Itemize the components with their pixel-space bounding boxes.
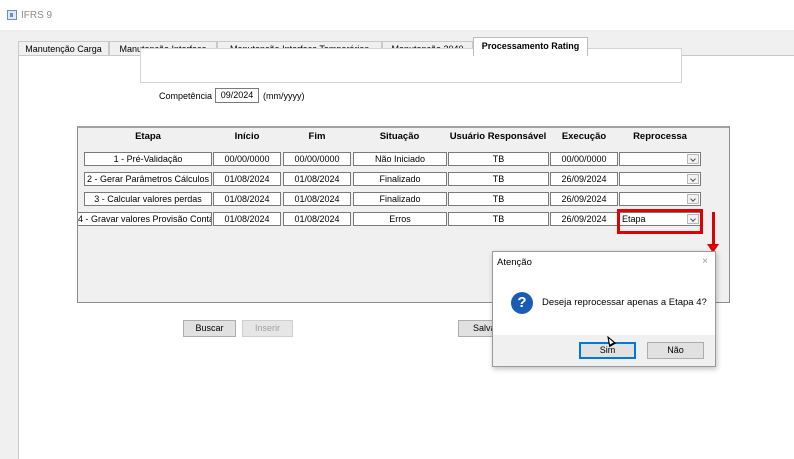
row3-inicio[interactable]: 01/08/2024 bbox=[213, 192, 281, 206]
window-title: IFRS 9 bbox=[21, 10, 53, 21]
row2-usuario[interactable]: TB bbox=[448, 172, 549, 186]
row4-usuario[interactable]: TB bbox=[448, 212, 549, 226]
row1-situacao[interactable]: Não Iniciado bbox=[353, 152, 447, 166]
row3-reprocessa-select[interactable] bbox=[619, 192, 701, 206]
row4-fim[interactable]: 01/08/2024 bbox=[283, 212, 351, 226]
buscar-button[interactable]: Buscar bbox=[183, 320, 236, 337]
tab-manutencao-carga[interactable]: Manutenção Carga bbox=[18, 41, 109, 55]
question-icon: ? bbox=[511, 292, 533, 314]
header-situacao: Situação bbox=[379, 131, 420, 142]
header-inicio: Início bbox=[234, 131, 260, 142]
tab-processamento-rating[interactable]: Processamento Rating bbox=[473, 37, 588, 56]
row2-reprocessa-select[interactable] bbox=[619, 172, 701, 186]
competencia-panel bbox=[140, 48, 682, 83]
competencia-input[interactable]: 09/2024 bbox=[215, 88, 259, 103]
row1-fim[interactable]: 00/00/0000 bbox=[283, 152, 351, 166]
row4-inicio[interactable]: 01/08/2024 bbox=[213, 212, 281, 226]
row2-etapa[interactable]: 2 - Gerar Parâmetros Cálculos bbox=[84, 172, 212, 186]
row3-fim[interactable]: 01/08/2024 bbox=[283, 192, 351, 206]
row3-situacao[interactable]: Finalizado bbox=[353, 192, 447, 206]
row2-fim[interactable]: 01/08/2024 bbox=[283, 172, 351, 186]
row4-situacao[interactable]: Erros bbox=[353, 212, 447, 226]
header-execucao: Execução bbox=[561, 131, 607, 142]
inserir-button[interactable]: Inserir bbox=[242, 320, 293, 337]
row4-execucao[interactable]: 26/09/2024 bbox=[550, 212, 618, 226]
close-icon[interactable]: × bbox=[702, 256, 708, 267]
dialog-message: Deseja reprocessar apenas a Etapa 4? bbox=[542, 297, 707, 308]
row1-etapa[interactable]: 1 - Pré-Validação bbox=[84, 152, 212, 166]
title-bar: IFRS 9 bbox=[0, 0, 794, 30]
row2-inicio[interactable]: 01/08/2024 bbox=[213, 172, 281, 186]
dialog-title: Atenção bbox=[497, 257, 532, 268]
header-etapa: Etapa bbox=[135, 131, 161, 142]
app-icon bbox=[7, 10, 17, 20]
competencia-format-hint: (mm/yyyy) bbox=[263, 91, 305, 101]
dropdown-arrow-icon[interactable] bbox=[687, 174, 699, 184]
competencia-label: Competência bbox=[159, 91, 213, 101]
header-reprocessa: Reprocessa bbox=[633, 131, 687, 142]
confirm-dialog: Atenção × ? Deseja reprocessar apenas a … bbox=[492, 251, 716, 367]
annotation-arrow-shaft bbox=[712, 212, 715, 246]
row3-etapa[interactable]: 3 - Calcular valores perdas bbox=[84, 192, 212, 206]
dropdown-arrow-icon[interactable] bbox=[687, 194, 699, 204]
header-fim: Fim bbox=[308, 131, 326, 142]
row1-reprocessa-select[interactable] bbox=[619, 152, 701, 166]
row1-inicio[interactable]: 00/00/0000 bbox=[213, 152, 281, 166]
highlight-box bbox=[617, 209, 703, 234]
nao-button[interactable]: Não bbox=[647, 342, 704, 359]
row2-situacao[interactable]: Finalizado bbox=[353, 172, 447, 186]
row1-execucao[interactable]: 00/00/0000 bbox=[550, 152, 618, 166]
row1-usuario[interactable]: TB bbox=[448, 152, 549, 166]
row3-execucao[interactable]: 26/09/2024 bbox=[550, 192, 618, 206]
row3-usuario[interactable]: TB bbox=[448, 192, 549, 206]
row2-execucao[interactable]: 26/09/2024 bbox=[550, 172, 618, 186]
header-usuario-responsavel: Usuário Responsável bbox=[449, 131, 547, 142]
dropdown-arrow-icon[interactable] bbox=[687, 154, 699, 164]
row4-etapa[interactable]: 4 - Gravar valores Provisão Contáb bbox=[78, 212, 212, 226]
